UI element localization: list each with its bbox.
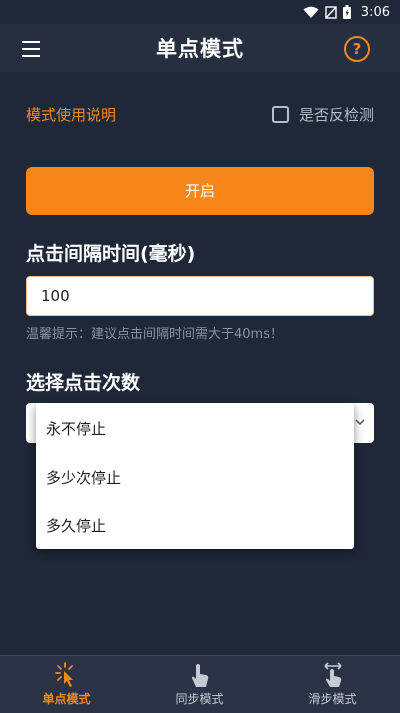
reverse-detection-checkbox[interactable]: 是否反检测	[271, 104, 374, 125]
status-time: 3:06	[360, 4, 390, 20]
swipe-hand-icon	[323, 662, 342, 687]
nav-item-swipe[interactable]: 滑步模式	[266, 656, 399, 713]
dropdown-option-stop-after-count[interactable]: 多少次停止	[46, 467, 121, 488]
checkbox-box[interactable]	[271, 106, 289, 123]
nav-item-single-tap[interactable]: 单点模式	[0, 656, 133, 713]
nav-item-sync[interactable]: 同步模式	[133, 656, 266, 713]
page-title: 单点模式	[156, 37, 244, 61]
bottom-nav: 单点模式 同步模式 滑步模式	[0, 655, 400, 713]
chevron-down-icon	[355, 419, 365, 426]
status-icons: 3:06	[303, 5, 390, 20]
reverse-detection-label: 是否反检测	[298, 106, 374, 124]
start-button[interactable]: 开启	[26, 167, 374, 215]
interval-tip: 温馨提示：建议点击间隔时间需大于40ms！	[26, 327, 283, 342]
interval-input[interactable]	[26, 276, 374, 316]
hand-pointer-icon	[191, 664, 208, 687]
nav-label-sync: 同步模式	[175, 692, 224, 706]
count-section-title: 选择点击次数	[26, 372, 141, 394]
tap-sparkle-icon	[54, 662, 73, 687]
interval-section-title: 点击间隔时间(毫秒)	[26, 243, 196, 265]
nav-label-single-tap: 单点模式	[42, 692, 91, 706]
mode-description-link[interactable]: 模式使用说明	[26, 104, 116, 125]
wifi-icon	[303, 6, 319, 18]
dropdown-option-stop-after-time[interactable]: 多久停止	[46, 515, 106, 536]
battery-icon	[342, 5, 351, 19]
status-bar: 3:06	[0, 0, 400, 24]
nav-label-swipe: 滑步模式	[308, 692, 357, 706]
help-icon[interactable]: ?	[344, 36, 370, 62]
no-signal-icon	[325, 5, 337, 19]
dropdown-option-never-stop[interactable]: 永不停止	[46, 418, 106, 439]
app-bar: 单点模式 ?	[0, 24, 400, 72]
click-count-dropdown: 永不停止 多少次停止 多久停止	[36, 403, 354, 549]
